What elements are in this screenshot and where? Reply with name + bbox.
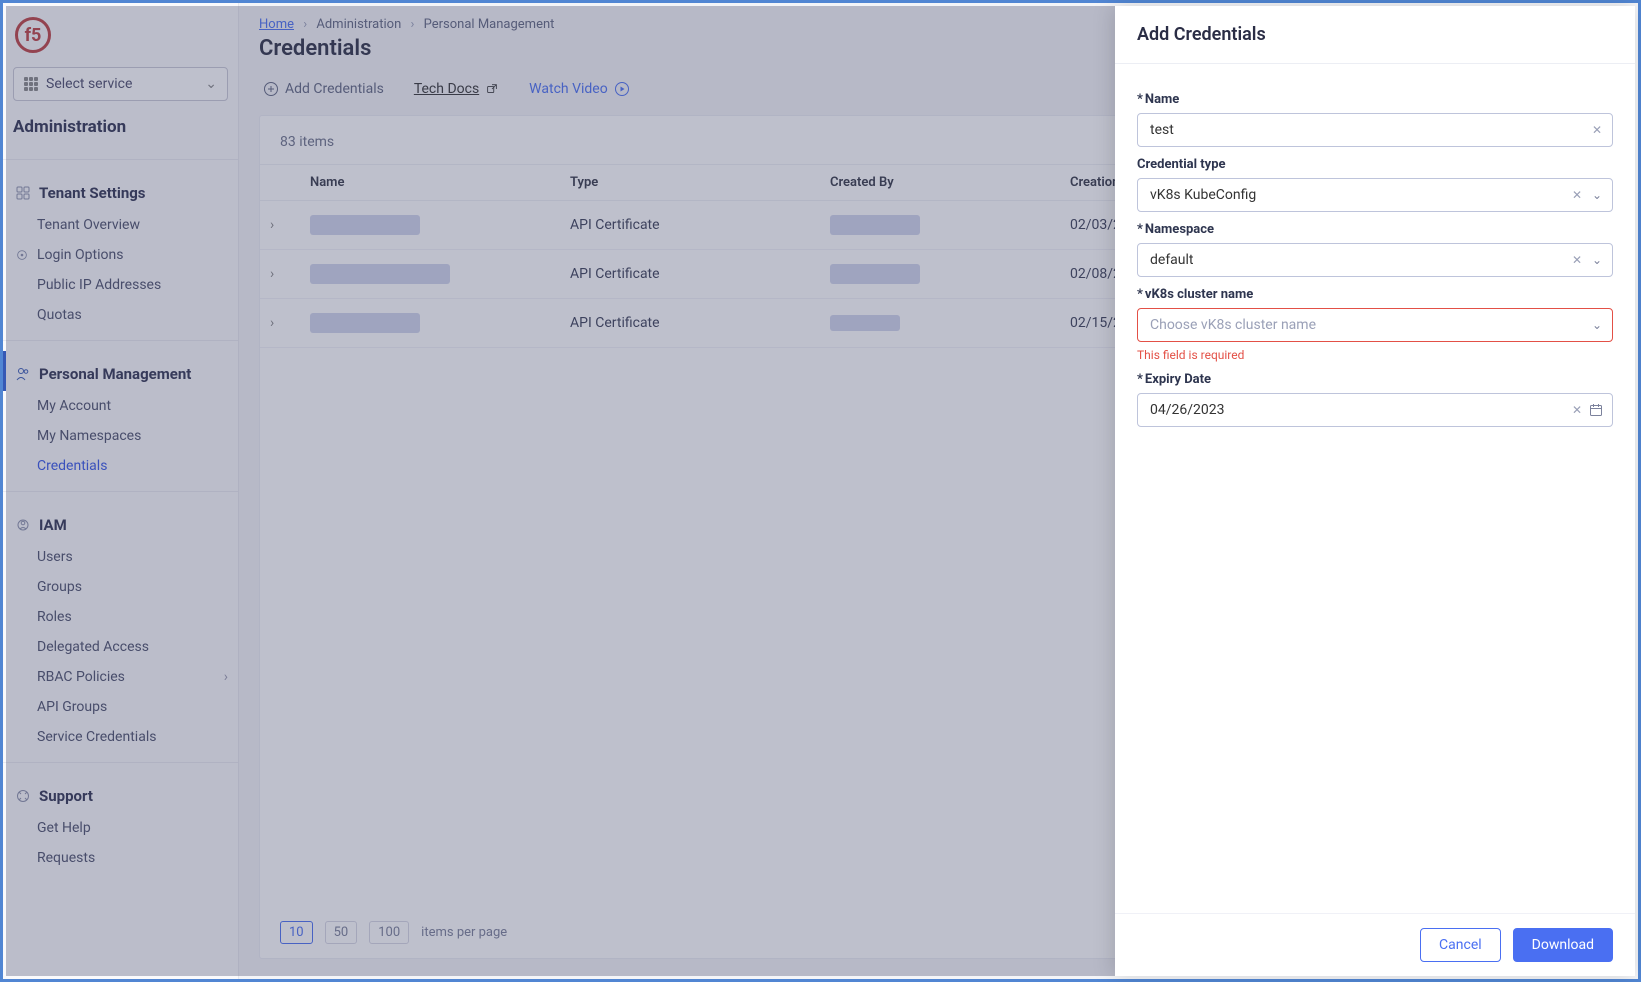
expiry-label: *Expiry Date [1137,372,1613,387]
clear-icon[interactable]: ✕ [1572,253,1582,267]
download-button[interactable]: Download [1513,928,1613,962]
chevron-down-icon: ⌄ [1592,188,1602,202]
chevron-down-icon: ⌄ [1592,253,1602,267]
add-credentials-panel: Add Credentials *Name test ✕ Credential … [1115,6,1635,976]
name-input[interactable]: test ✕ [1137,113,1613,147]
cluster-select[interactable]: Choose vK8s cluster name ⌄ [1137,308,1613,342]
namespace-select[interactable]: default ✕ ⌄ [1137,243,1613,277]
expiry-date-input[interactable]: 04/26/2023 ✕ [1137,393,1613,427]
credtype-label: Credential type [1137,157,1613,172]
clear-icon[interactable]: ✕ [1572,188,1582,202]
chevron-down-icon: ⌄ [1592,318,1602,332]
credtype-select[interactable]: vK8s KubeConfig ✕ ⌄ [1137,178,1613,212]
name-label: *Name [1137,92,1613,107]
namespace-label: *Namespace [1137,222,1613,237]
cancel-button[interactable]: Cancel [1420,928,1501,962]
clear-icon[interactable]: ✕ [1572,403,1582,417]
clear-icon[interactable]: ✕ [1592,123,1602,137]
cluster-label: *vK8s cluster name [1137,287,1613,302]
cluster-error: This field is required [1137,348,1613,362]
panel-title: Add Credentials [1115,6,1635,64]
calendar-icon [1588,402,1604,418]
